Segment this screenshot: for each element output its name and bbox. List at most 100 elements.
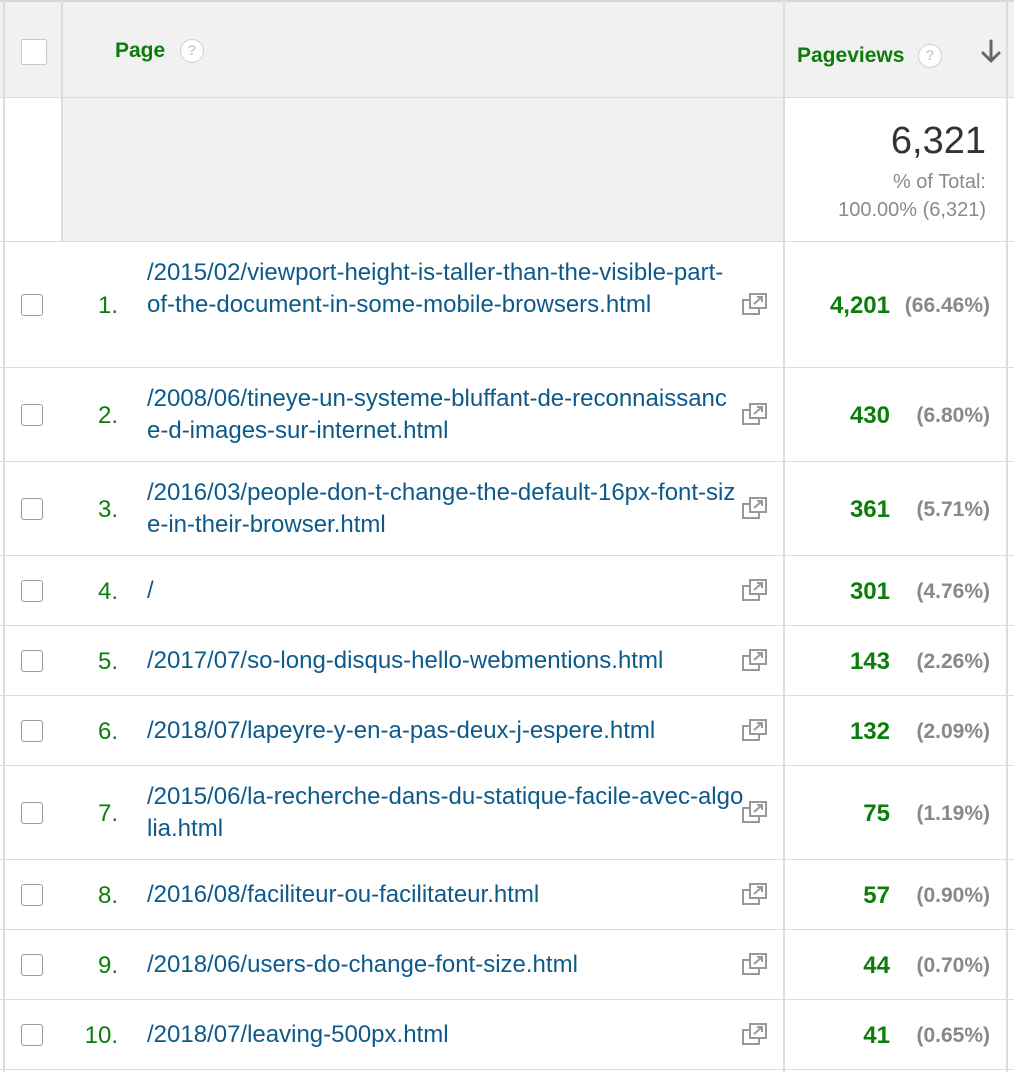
page-column-header[interactable]: Page	[115, 39, 165, 63]
total-percent-value: 100.00% (6,321)	[838, 199, 986, 221]
row-pageviews: 301	[849, 578, 890, 605]
open-in-new-window-icon[interactable]	[742, 883, 767, 907]
row-percent: (0.90%)	[916, 884, 990, 907]
open-in-new-window-icon[interactable]	[742, 1023, 767, 1047]
pageviews-column-header[interactable]: Pageviews	[797, 44, 904, 68]
page-link[interactable]: /2008/06/tineye-un-systeme-bluffant-de-r…	[147, 383, 737, 447]
divider	[0, 241, 1014, 242]
open-in-new-window-icon[interactable]	[742, 801, 767, 825]
table-row: 6. /2018/07/lapeyre-y-en-a-pas-deux-j-es…	[0, 696, 1014, 766]
row-checkbox[interactable]	[21, 498, 43, 520]
row-percent: (66.46%)	[904, 294, 990, 317]
divider	[0, 555, 1014, 556]
row-percent: (0.70%)	[916, 954, 990, 977]
divider	[0, 859, 1014, 860]
table-header: Page ? Pageviews ?	[0, 0, 1014, 98]
row-pageviews: 361	[849, 496, 890, 523]
open-in-new-window-icon[interactable]	[742, 579, 767, 603]
row-rank: 5.	[97, 648, 118, 675]
page-link[interactable]: /2017/07/so-long-disqus-hello-webmention…	[147, 645, 747, 677]
table-row: 8. /2016/08/faciliteur-ou-facilitateur.h…	[0, 860, 1014, 930]
page-link[interactable]: /2015/06/la-recherche-dans-du-statique-f…	[147, 781, 745, 845]
open-in-new-window-icon[interactable]	[742, 403, 767, 427]
summary-row: 6,321 % of Total: 100.00% (6,321)	[0, 98, 1014, 242]
table-row: 7. /2015/06/la-recherche-dans-du-statiqu…	[0, 766, 1014, 860]
pageviews-help-icon[interactable]: ?	[918, 44, 942, 68]
divider	[0, 999, 1014, 1000]
row-percent: (2.09%)	[916, 720, 990, 743]
row-checkbox[interactable]	[21, 720, 43, 742]
page-link[interactable]: /2016/03/people-don-t-change-the-default…	[147, 477, 737, 541]
row-rank: 4.	[97, 578, 118, 605]
row-pageviews: 75	[863, 800, 890, 827]
table-row: 5. /2017/07/so-long-disqus-hello-webment…	[0, 626, 1014, 696]
table-row: 1. /2015/02/viewport-height-is-taller-th…	[0, 242, 1014, 368]
divider	[3, 0, 5, 1072]
divider	[1006, 0, 1008, 1072]
row-checkbox[interactable]	[21, 954, 43, 976]
divider	[0, 625, 1014, 626]
divider	[61, 0, 63, 242]
divider	[0, 695, 1014, 696]
row-percent: (6.80%)	[916, 404, 990, 427]
page-link[interactable]: /	[147, 575, 747, 607]
select-all-checkbox[interactable]	[21, 39, 47, 65]
divider	[0, 367, 1014, 368]
row-rank: 2.	[97, 402, 118, 429]
divider	[0, 97, 1014, 98]
total-percent-label: % of Total:	[892, 171, 986, 193]
page-link[interactable]: /2016/08/faciliteur-ou-facilitateur.html	[147, 879, 747, 911]
table-row: 4. / 301 (4.76%)	[0, 556, 1014, 626]
divider	[783, 0, 785, 1072]
total-percent: % of Total: 100.00% (6,321)	[838, 168, 986, 224]
row-rank: 10.	[84, 1022, 118, 1049]
row-checkbox[interactable]	[21, 802, 43, 824]
row-checkbox[interactable]	[21, 1024, 43, 1046]
row-pageviews: 132	[849, 718, 890, 745]
row-checkbox[interactable]	[21, 580, 43, 602]
table-row: 3. /2016/03/people-don-t-change-the-defa…	[0, 462, 1014, 556]
row-pageviews: 143	[849, 648, 890, 675]
row-rank: 7.	[97, 800, 118, 827]
divider	[0, 461, 1014, 462]
open-in-new-window-icon[interactable]	[742, 649, 767, 673]
table-row: 9. /2018/06/users-do-change-font-size.ht…	[0, 930, 1014, 1000]
row-percent: (1.19%)	[916, 802, 990, 825]
row-pageviews: 41	[863, 1022, 890, 1049]
row-checkbox[interactable]	[21, 884, 43, 906]
table-row: 2. /2008/06/tineye-un-systeme-bluffant-d…	[0, 368, 1014, 462]
open-in-new-window-icon[interactable]	[742, 497, 767, 521]
row-percent: (5.71%)	[916, 498, 990, 521]
header-checkbox-cell	[0, 2, 62, 100]
total-pageviews: 6,321	[890, 120, 986, 162]
divider	[0, 929, 1014, 930]
row-checkbox[interactable]	[21, 650, 43, 672]
row-rank: 9.	[97, 952, 118, 979]
row-pageviews: 44	[863, 952, 890, 979]
row-percent: (0.65%)	[916, 1024, 990, 1047]
row-rank: 8.	[97, 882, 118, 909]
row-checkbox[interactable]	[21, 404, 43, 426]
pages-table: Page ? Pageviews ? 6,321 % of Total: 100…	[0, 0, 1014, 1072]
row-rank: 1.	[97, 292, 118, 319]
page-help-icon[interactable]: ?	[180, 39, 204, 63]
row-pageviews: 430	[849, 402, 890, 429]
open-in-new-window-icon[interactable]	[742, 293, 767, 317]
row-percent: (4.76%)	[916, 580, 990, 603]
page-link[interactable]: /2015/02/viewport-height-is-taller-than-…	[147, 257, 732, 321]
row-pageviews: 4,201	[829, 292, 890, 319]
row-percent: (2.26%)	[916, 650, 990, 673]
open-in-new-window-icon[interactable]	[742, 953, 767, 977]
divider	[0, 1069, 1014, 1070]
table-row: 10. /2018/07/leaving-500px.html 41 (0.65…	[0, 1000, 1014, 1070]
summary-page-cell	[62, 98, 784, 242]
divider	[0, 765, 1014, 766]
page-link[interactable]: /2018/06/users-do-change-font-size.html	[147, 949, 747, 981]
open-in-new-window-icon[interactable]	[742, 719, 767, 743]
row-rank: 6.	[97, 718, 118, 745]
row-checkbox[interactable]	[21, 294, 43, 316]
arrow-down-icon[interactable]	[980, 38, 1002, 66]
row-pageviews: 57	[863, 882, 890, 909]
page-link[interactable]: /2018/07/leaving-500px.html	[147, 1019, 747, 1051]
page-link[interactable]: /2018/07/lapeyre-y-en-a-pas-deux-j-esper…	[147, 715, 747, 747]
